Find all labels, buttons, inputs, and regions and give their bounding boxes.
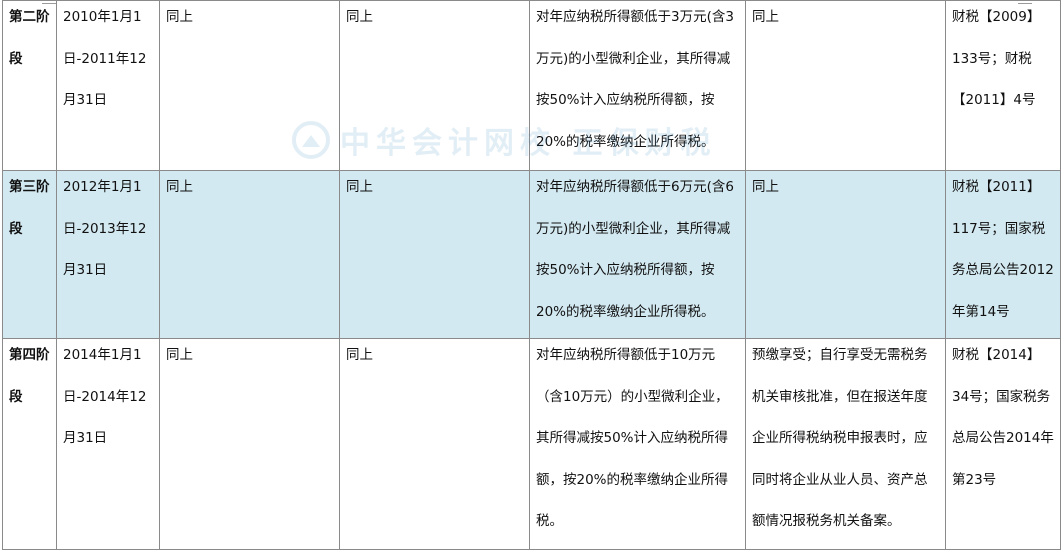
table-row: 第三阶段 2012年1月1日-2013年12月31日 同上 同上 对年应纳税所得…: [2, 170, 1061, 339]
period-cell: 2014年1月1日-2014年12月31日: [56, 338, 160, 550]
document-cell: 财税【2014】34号；国家税务总局公告2014年第23号: [945, 338, 1061, 550]
document-cell: 财税【2011】117号；国家税务总局公告2012年第14号: [945, 170, 1061, 339]
period-cell: 2010年1月1日-2011年12月31日: [56, 0, 160, 171]
table-row: 第二阶段 2010年1月1日-2011年12月31日 同上 同上 对年应纳税所得…: [2, 0, 1061, 171]
condition-cell: 同上: [159, 0, 340, 171]
period-cell: 2012年1月1日-2013年12月31日: [56, 170, 160, 339]
condition-cell: 同上: [159, 170, 340, 339]
stage-cell: 第三阶段: [2, 170, 57, 339]
policy-cell: 对年应纳税所得额低于3万元(含3万元)的小型微利企业，其所得减按50%计入应纳税…: [529, 0, 746, 171]
condition-cell: 同上: [339, 170, 530, 339]
document-cell: 财税【2009】133号；财税【2011】4号: [945, 0, 1061, 171]
procedure-cell: 同上: [745, 0, 946, 171]
tax-policy-table: 第二阶段 2010年1月1日-2011年12月31日 同上 同上 对年应纳税所得…: [2, 0, 1061, 550]
condition-cell: 同上: [339, 0, 530, 171]
procedure-cell: 同上: [745, 170, 946, 339]
policy-cell: 对年应纳税所得额低于6万元(含6万元)的小型微利企业，其所得减按50%计入应纳税…: [529, 170, 746, 339]
procedure-cell: 预缴享受；自行享受无需税务机关审核批准，但在报送年度企业所得税纳税申报表时，应同…: [745, 338, 946, 550]
condition-cell: 同上: [339, 338, 530, 550]
stage-cell: 第四阶段: [2, 338, 57, 550]
stage-cell: 第二阶段: [2, 0, 57, 171]
condition-cell: 同上: [159, 338, 340, 550]
policy-cell: 对年应纳税所得额低于10万元（含10万元）的小型微利企业，其所得减按50%计入应…: [529, 338, 746, 550]
table-row: 第四阶段 2014年1月1日-2014年12月31日 同上 同上 对年应纳税所得…: [2, 338, 1061, 550]
